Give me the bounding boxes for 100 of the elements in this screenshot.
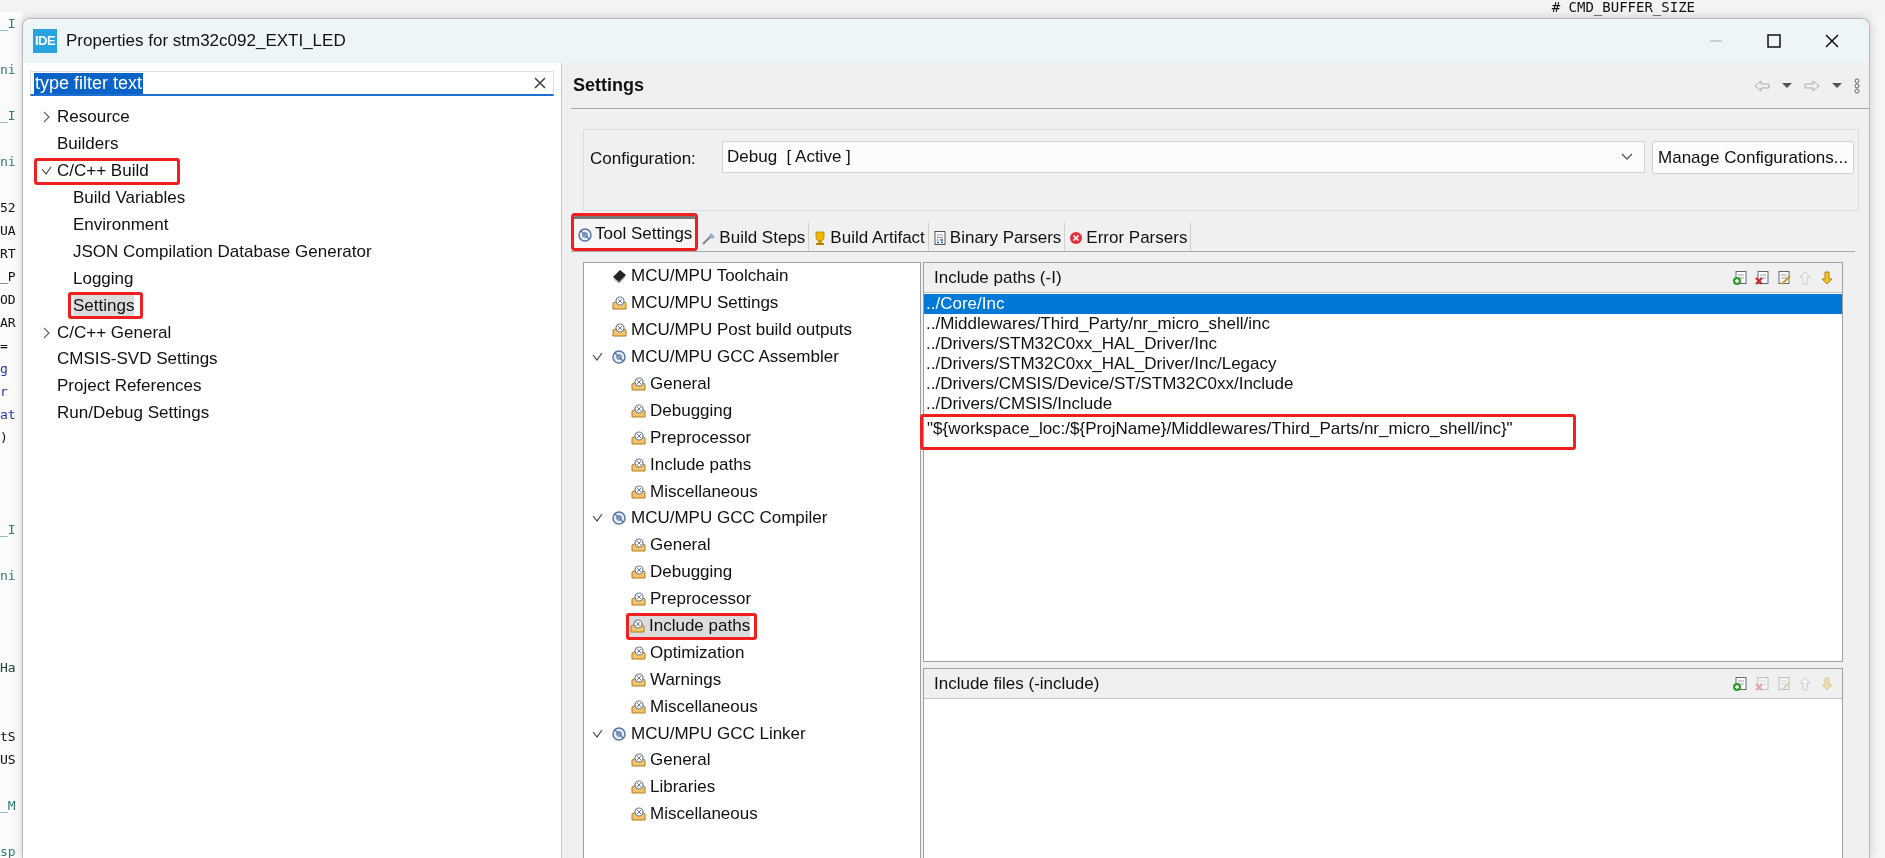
code-line: g [0,360,8,378]
add-icon[interactable] [1732,675,1748,692]
trophy-icon [812,230,828,245]
list-item[interactable]: ../Middlewares/Third_Party/nr_micro_shell/inc [924,314,1270,334]
tree-item[interactable]: Project References [34,372,233,400]
code-line: RT [0,245,16,263]
settings-page-icon [630,644,646,661]
settings-page-icon [630,591,646,608]
code-line: AR [0,314,16,332]
tree-item[interactable]: Miscellaneous [626,800,765,828]
code-line: r [0,383,8,401]
tree-item[interactable]: General [626,531,718,559]
settings-page-icon [630,402,646,419]
settings-page-icon [630,779,646,796]
tab[interactable]: Build Artifact [809,221,929,251]
list-item[interactable]: ../Drivers/CMSIS/Include [924,394,1113,414]
tree-item[interactable]: MCU/MPU GCC Assembler [607,343,846,371]
tree-item[interactable]: Builders [34,130,150,158]
window-title: Properties for stm32c092_EXTI_LED [66,31,346,51]
code-line: _I [0,521,16,539]
menu-icon[interactable] [1853,77,1861,94]
settings-page-icon [630,483,646,500]
settings-page-icon [630,564,646,581]
clear-icon[interactable] [533,76,547,90]
manage-configurations-button[interactable]: Manage Configurations... [1652,141,1854,174]
code-line: _M [0,797,16,815]
list-item[interactable]: ../Drivers/STM32C0xx_HAL_Driver/Inc/Legacy [924,354,1277,374]
tree-item[interactable]: JSON Compilation Database Generator [68,238,377,266]
tree-item[interactable]: Logging [68,265,139,293]
tree-item[interactable]: MCU/MPU Settings [607,289,786,317]
wand-icon [701,230,717,245]
tree-item[interactable]: Preprocessor [626,585,759,613]
configuration-label: Configuration: [590,149,697,169]
settings-page-icon [630,376,646,392]
settings-page-icon [630,429,646,446]
tab[interactable]: Tool Settings [571,213,699,251]
add-icon[interactable] [1732,269,1748,286]
settings-page-icon [630,537,646,554]
tab[interactable]: Build Steps [698,221,810,251]
list-item[interactable]: ../Drivers/CMSIS/Device/ST/STM32C0xx/Include [924,374,1294,394]
configuration-dropdown[interactable]: Debug [ Active ] [722,141,1646,173]
code-line: ) [0,429,8,447]
code-line: sp [0,843,16,858]
tree-item[interactable]: Optimization [626,639,752,667]
close-icon[interactable] [1823,32,1841,50]
settings-page-icon [630,456,646,473]
tree-item[interactable]: MCU/MPU Toolchain [607,262,796,290]
settings-page-icon [611,295,627,312]
tree-item[interactable]: Run/Debug Settings [34,399,241,427]
code-line: US [0,751,16,769]
code-line: tS [0,728,16,746]
list-item[interactable]: "${workspace_loc:/${ProjName}/Middlewares/Third_Parts/nr_micro_shell/inc}" [920,414,1576,450]
filter-field[interactable]: type filter text [30,71,554,96]
list-title: Include files (-include) [934,673,1100,694]
tree-item[interactable]: Preprocessor [626,424,759,452]
tree-item[interactable]: Settings [68,292,144,320]
tree-item[interactable]: MCU/MPU GCC Linker [607,720,813,748]
tree-item[interactable]: Resource [34,103,161,131]
maximize-icon[interactable] [1765,32,1783,50]
tree-item[interactable]: Include paths [626,612,758,640]
tree-item[interactable]: General [626,747,718,774]
tree-item[interactable]: Warnings [626,666,729,694]
tree-item[interactable]: Build Variables [68,184,191,212]
tree-item[interactable]: C/C++ Build [34,157,180,185]
delete-icon[interactable] [1754,269,1770,286]
tree-item[interactable]: Libraries [626,773,723,801]
tree-item[interactable]: MCU/MPU GCC Compiler [607,504,835,532]
settings-page-icon [630,752,646,769]
tab[interactable]: Binary Parsers [928,221,1066,251]
code-line: Ha [0,659,16,677]
app-icon: IDE [33,29,57,53]
settings-page-icon [630,671,646,688]
tree-item[interactable]: CMSIS-SVD Settings [34,345,249,373]
code-line: at [0,406,16,424]
chip-icon [611,268,627,285]
code-line: _I [0,15,16,33]
tree-item[interactable]: C/C++ General [34,319,203,347]
tree-item[interactable]: MCU/MPU Post build outputs [607,316,860,344]
list-item[interactable]: ../Core/Inc [924,294,1842,314]
edit-icon[interactable] [1776,269,1792,286]
code-line: _I [0,107,16,125]
tree-item[interactable]: Include paths [626,451,759,479]
document-icon [931,230,947,245]
list-title: Include paths (-I) [934,267,1062,288]
code-line: = [0,337,8,355]
code-line: OD [0,291,16,309]
error-icon [1068,230,1084,245]
list-item[interactable]: ../Drivers/STM32C0xx_HAL_Driver/Inc [924,334,1217,354]
tree-item[interactable]: General [626,370,718,398]
tree-item[interactable]: Debugging [626,558,740,586]
tree-item[interactable]: Miscellaneous [626,478,765,506]
code-line: ni [0,153,16,171]
tab[interactable]: Error Parsers [1065,221,1192,251]
tree-item[interactable]: Environment [68,211,174,239]
chevron-down-icon [1620,152,1635,162]
page-title: Settings [573,75,644,96]
code-line: # CMD_BUFFER_SIZE [1551,0,1695,18]
tree-item[interactable]: Debugging [626,397,740,425]
settings-page-icon [629,618,645,635]
tree-item[interactable]: Miscellaneous [626,693,765,721]
